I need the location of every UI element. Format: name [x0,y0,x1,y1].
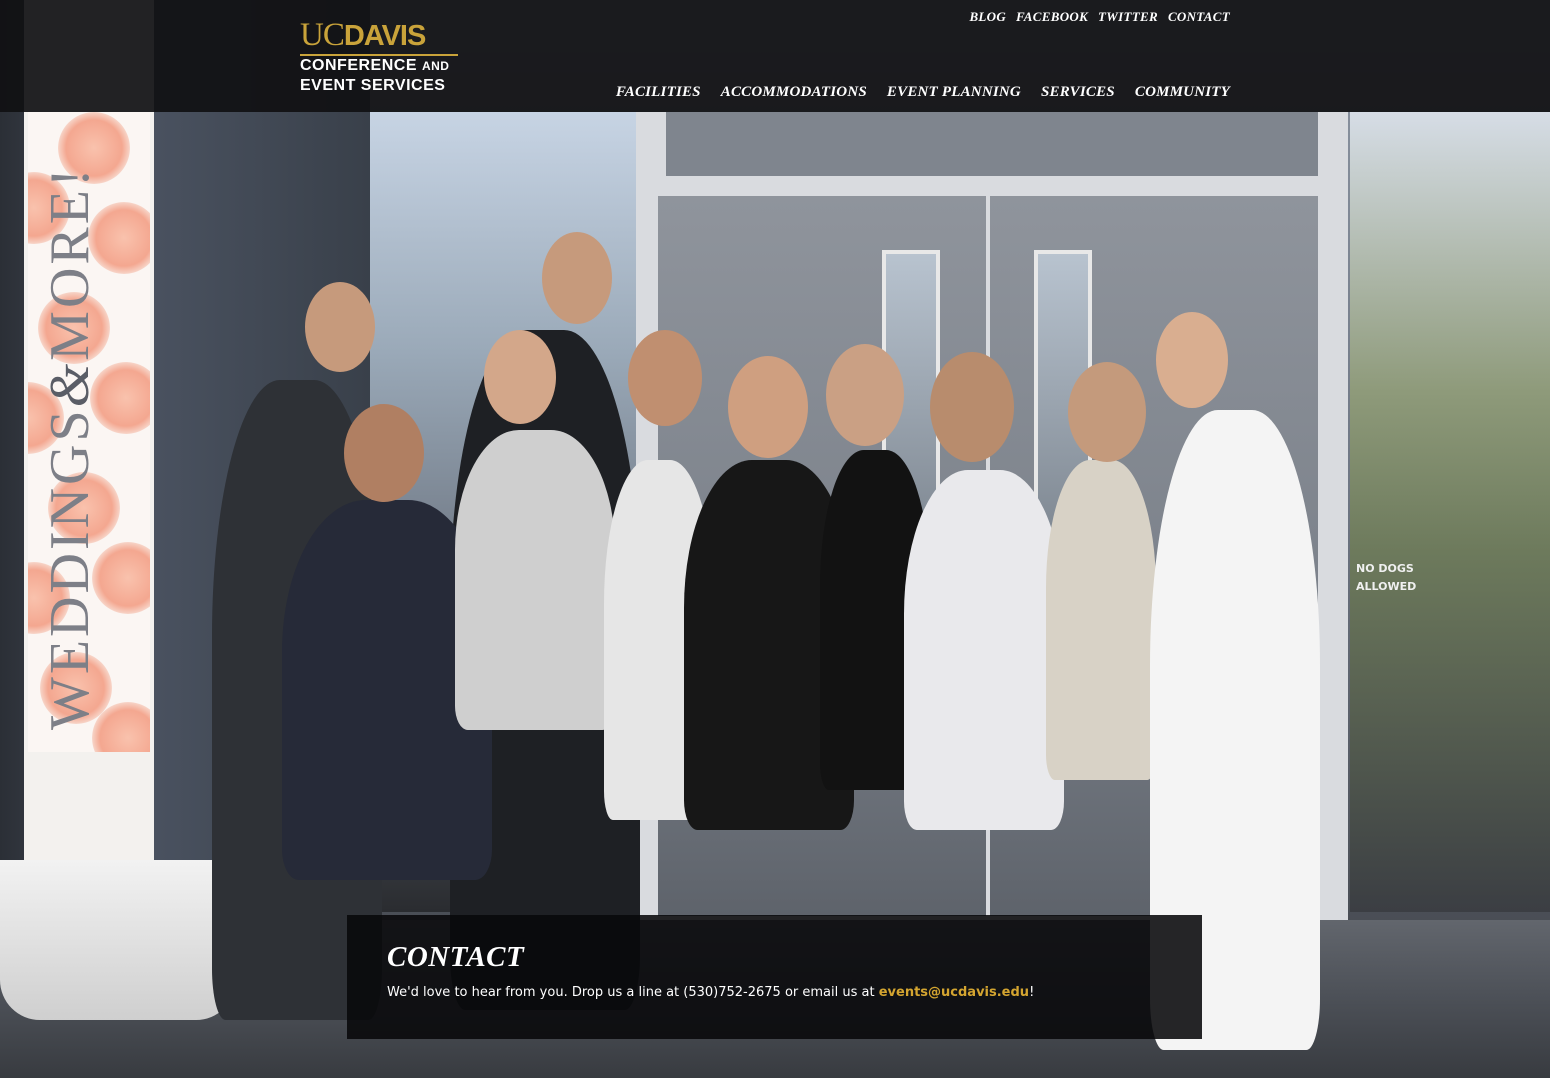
contact-email-link[interactable]: events@ucdavis.edu [879,985,1029,1000]
logo-uc-text: UC [300,17,345,53]
banner-word: WEDDINGS [39,407,101,730]
person-head [930,352,1014,462]
person [1046,460,1156,780]
nav-item-event-planning[interactable]: EVENT PLANNING [887,84,1021,101]
person-head [1068,362,1146,462]
sign-line: ALLOWED [1356,580,1417,593]
logo-line-2: EVENT SERVICES [300,77,446,94]
nav-link-contact[interactable]: CONTACT [1168,9,1230,25]
person [455,430,615,730]
person-head [826,344,904,446]
logo-and-text: AND [421,59,450,73]
sign-line: NO DOGS [1356,562,1414,575]
nav-item-services[interactable]: SERVICES [1041,84,1115,101]
photo-column-base [0,860,236,1020]
photo-window-right [1350,112,1550,912]
person-head [542,232,612,324]
nav-link-facebook[interactable]: FACEBOOK [1016,9,1088,25]
nav-link-twitter[interactable]: TWITTER [1098,9,1158,25]
contact-message-end: ! [1029,985,1035,1000]
contact-heading: CONTACT [387,941,525,973]
nav-item-facilities[interactable]: FACILITIES [616,84,701,101]
logo-wordmark: UCDAVIS [300,18,470,53]
banner-word: MORE! [39,165,101,361]
nav-item-community[interactable]: COMMUNITY [1135,84,1230,101]
person [904,470,1064,830]
main-nav: FACILITIES ACCOMMODATIONS EVENT PLANNING… [616,84,1230,101]
person-head [628,330,702,426]
nav-link-blog[interactable]: BLOG [969,9,1006,25]
site-header: UCDAVIS CONFERENCE AND EVENT SERVICES BL… [0,0,1550,112]
person-head [484,330,556,424]
utility-nav: BLOG FACEBOOK TWITTER CONTACT [969,9,1230,25]
logo-conference-text: CONFERENCE [300,57,418,74]
banner-text: WEDDINGS&MORE! [38,165,102,730]
person-head [1156,312,1228,408]
banner-ampersand: & [39,360,101,408]
person-head [728,356,808,458]
logo-davis-text: DAVIS [343,20,426,52]
photo-door-transom [666,112,1318,176]
no-dogs-sign: NO DOGS ALLOWED [1356,560,1417,604]
nav-item-accommodations[interactable]: ACCOMMODATIONS [721,84,867,101]
contact-message-text: We'd love to hear from you. Drop us a li… [387,985,879,1000]
logo-line-1: CONFERENCE AND [300,56,470,76]
person-head [305,282,375,372]
person-head [344,404,424,502]
contact-message: We'd love to hear from you. Drop us a li… [387,985,1034,1000]
site-logo[interactable]: UCDAVIS CONFERENCE AND EVENT SERVICES [300,18,470,98]
contact-panel: CONTACT We'd love to hear from you. Drop… [347,915,1202,1039]
